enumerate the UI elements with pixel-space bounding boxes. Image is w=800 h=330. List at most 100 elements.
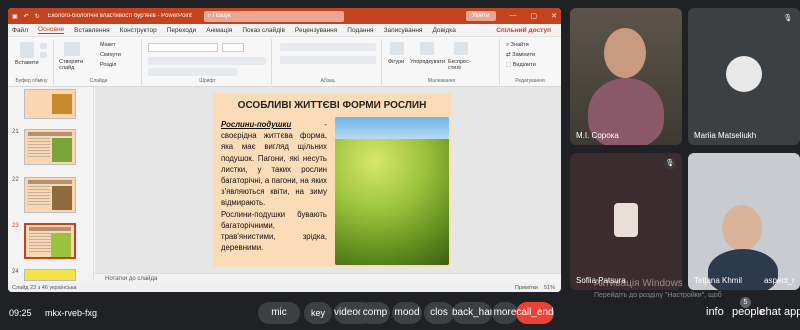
slide-body-text[interactable]: Рослини-подушки - своєрідна життєва форм… (221, 119, 327, 253)
slide-title[interactable]: ОСОБЛИВІ ЖИТТЄВІ ФОРМИ РОСЛИН (213, 100, 451, 111)
apps-button[interactable]: apps (784, 306, 800, 318)
minimize-icon[interactable]: — (510, 12, 517, 20)
tab-insert[interactable]: Вставлення (74, 27, 110, 34)
slide-canvas[interactable]: ОСОБЛИВІ ЖИТТЄВІ ФОРМИ РОСЛИН Рослини-по… (213, 93, 451, 267)
paragraph-group-label: Абзац (320, 78, 335, 84)
list-controls[interactable] (280, 43, 376, 51)
slide-editor[interactable]: ОСОБЛИВІ ЖИТТЄВІ ФОРМИ РОСЛИН Рослини-по… (95, 87, 561, 273)
captions-toggle-button[interactable]: clos (424, 302, 454, 324)
reactions-button[interactable]: mood (392, 302, 422, 324)
redo-icon[interactable]: ↻ (35, 13, 40, 20)
clipboard-group: Вставити Буфер обміну (10, 39, 54, 85)
notes-toggle[interactable]: Примітки (515, 285, 538, 291)
thumbnail-image (52, 186, 72, 210)
arrange-button[interactable]: Упорядкувати (410, 59, 445, 65)
more-options-button[interactable]: more (492, 302, 518, 324)
powerpoint-window[interactable]: ▣ ↶ ↻ Еколого-біологічні властивості бур… (8, 8, 561, 292)
tab-view[interactable]: Подання (347, 27, 373, 34)
undo-icon[interactable]: ↶ (24, 13, 29, 20)
shapes-icon[interactable] (390, 42, 404, 55)
font-size-field[interactable] (222, 43, 244, 52)
new-slide-icon[interactable] (64, 42, 80, 56)
replace-button[interactable]: ⇄ Замінити (506, 52, 535, 58)
shapes-button[interactable]: Фігури (388, 59, 404, 65)
share-button[interactable]: Спільний доступ (496, 27, 551, 34)
slide-thumbnail[interactable] (24, 89, 76, 119)
tab-record[interactable]: Записування (384, 27, 423, 34)
tab-file[interactable]: Файл (12, 27, 28, 34)
font-group-label: Шрифт (199, 78, 216, 84)
slide-thumbnail-panel[interactable]: 21 22 23 24 (8, 87, 94, 281)
avatar (726, 56, 762, 92)
quick-styles-button[interactable]: Експрес-стилі (448, 59, 474, 71)
alignment-controls[interactable] (280, 56, 376, 64)
tab-animations[interactable]: Анімація (206, 27, 232, 34)
slide-number: 21 (12, 129, 19, 135)
sign-in-button[interactable]: Увійти (466, 11, 496, 21)
captions-button[interactable]: key (304, 302, 332, 324)
participant-name: Tetjana Khmil (694, 276, 743, 285)
ribbon-tabs: Файл Основне Вставлення Конструктор Пере… (8, 24, 561, 37)
arrange-icon[interactable] (420, 42, 434, 55)
title-bar: ▣ ↶ ↻ Еколого-біологічні властивості бур… (8, 8, 561, 24)
reset-button[interactable]: Скинути (100, 52, 121, 58)
thumbnail-title (28, 132, 72, 136)
drawing-group-label: Малювання (427, 78, 456, 84)
layout-button[interactable]: Макет (100, 42, 116, 48)
end-call-button[interactable]: call_end (516, 302, 554, 324)
tab-transitions[interactable]: Переходи (167, 27, 196, 34)
window-title: Еколого-біологічні властивості бур'янів … (47, 13, 192, 19)
section-button[interactable]: Розділ (100, 62, 116, 68)
quick-styles-icon[interactable] (454, 42, 468, 55)
chat-button[interactable]: chat (760, 306, 781, 318)
slide-thumbnail[interactable] (24, 269, 76, 281)
thumbnail-image (52, 94, 72, 114)
info-button[interactable]: info (706, 306, 724, 318)
find-button[interactable]: ⌕ Знайти (506, 42, 529, 49)
tab-design[interactable]: Конструктор (120, 27, 157, 34)
thumbnail-text (29, 233, 51, 253)
raise-hand-button[interactable]: back_hand (452, 302, 492, 324)
copy-icon[interactable] (40, 52, 47, 58)
slide-thumbnail-selected[interactable] (24, 223, 76, 259)
new-slide-label[interactable]: Створити слайд (59, 59, 89, 71)
participant-tile[interactable]: M.I. Сорока (570, 8, 682, 145)
cut-icon[interactable] (40, 43, 47, 49)
thumbnail-title (28, 180, 72, 184)
zoom-level[interactable]: 51% (544, 285, 555, 291)
font-group: Шрифт (144, 39, 272, 85)
slide-number: 22 (12, 177, 19, 183)
participant-tile[interactable]: 🎙 Mariia Matseliukh (688, 8, 800, 145)
participant-tile[interactable]: 🎙 Soflia Patsura (570, 153, 682, 290)
slide-thumbnail[interactable] (24, 177, 76, 213)
font-formatting-row[interactable] (148, 57, 266, 65)
participant-name: M.I. Сорока (576, 131, 619, 140)
tab-home[interactable]: Основне (37, 26, 65, 34)
save-icon[interactable]: ▣ (12, 13, 18, 20)
windows-activation-title: Активація Windows (594, 278, 683, 289)
participant-tile[interactable]: Tetjana Khmil aspect_r (688, 153, 800, 290)
mic-button[interactable]: mic (258, 302, 300, 324)
mic-off-icon: 🎙 (664, 158, 676, 170)
search-input[interactable]: ⌕ Пошук (203, 10, 344, 22)
sky-area (335, 117, 449, 139)
meeting-code: mkx-rveb-fxg (45, 308, 98, 318)
notes-pane[interactable]: Нотатки до слайда (95, 273, 561, 283)
tab-slideshow[interactable]: Показ слайдів (242, 27, 285, 34)
maximize-icon[interactable]: ▢ (531, 12, 538, 20)
tab-help[interactable]: Довідка (432, 27, 455, 34)
slide-counter: Слайд 23 з 46 українська (12, 284, 77, 291)
paste-icon[interactable] (20, 42, 34, 58)
present-button[interactable]: comp (360, 302, 390, 324)
tab-review[interactable]: Рецензування (295, 27, 337, 34)
close-icon[interactable]: ✕ (551, 12, 557, 20)
paste-label[interactable]: Вставити (15, 60, 39, 66)
slide-number: 24 (12, 269, 19, 275)
font-color-row[interactable] (148, 68, 238, 76)
select-button[interactable]: ⬚ Виділити (506, 62, 536, 68)
cushion-plant-image[interactable] (335, 117, 449, 265)
font-name-field[interactable] (148, 43, 218, 52)
slide-thumbnail[interactable] (24, 129, 76, 165)
paragraph-group: Абзац (274, 39, 382, 85)
quick-access: ▣ ↶ ↻ (12, 13, 40, 20)
